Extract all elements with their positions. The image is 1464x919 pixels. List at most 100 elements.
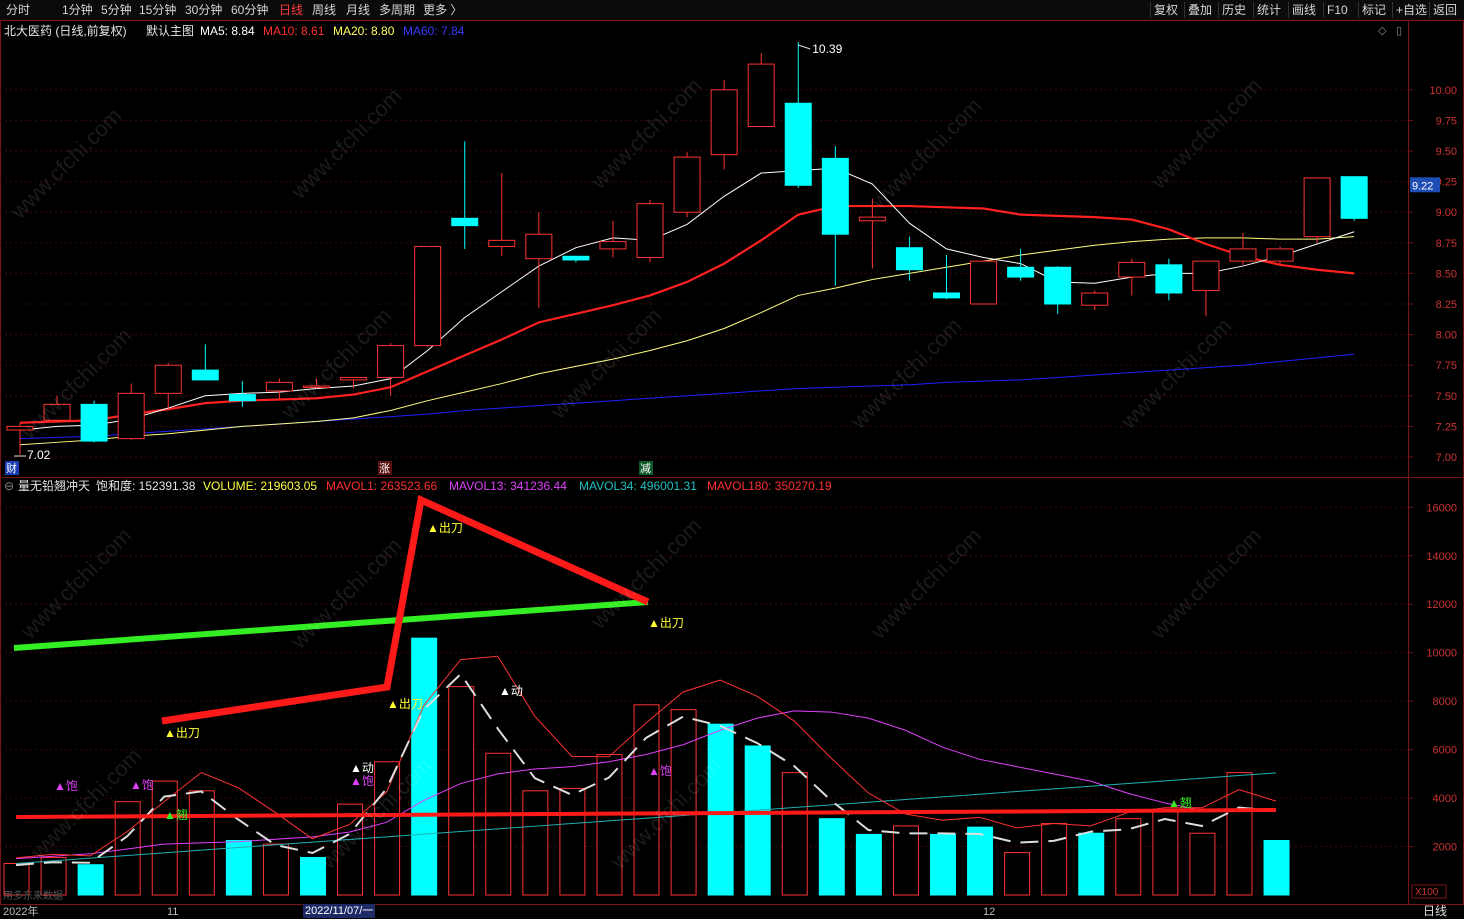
candle-body [488,239,516,247]
candle [191,344,219,381]
candle [1118,258,1146,296]
candle-body [710,89,738,156]
candle-body [265,381,293,392]
candle [599,220,627,258]
price-tick-label: 7.25 [1436,421,1457,433]
high-pointer [798,44,811,50]
volume-tick-label: 6000 [1433,745,1457,757]
price-tick-label: 9.00 [1436,207,1457,219]
candle [1340,176,1368,221]
volume-bar [1226,772,1253,896]
volume-bar [892,825,919,896]
volume-bar [818,818,845,896]
signal-chudao: ▲出刀 [427,521,463,535]
high-price-label: 10.39 [812,42,842,56]
candle-body [1081,292,1109,306]
signal-bao: ▲饱 [130,777,154,792]
volume-bar [596,753,623,896]
candle-body [562,255,590,261]
candle-body [1303,177,1331,238]
candle-body [821,157,849,235]
ma20-line [19,236,1355,446]
volume-bar [1263,839,1290,896]
price-tick-label: 7.75 [1436,360,1457,372]
candle [562,255,590,263]
volume-tick-label: 12000 [1426,599,1457,611]
volume-tick-label: 4000 [1433,793,1457,805]
candle [710,80,738,170]
price-tick-label: 7.00 [1436,452,1457,464]
price-tick-label: 8.25 [1436,299,1457,311]
candle-body [858,216,886,222]
candle-body [228,394,256,402]
volume-bar [522,790,549,896]
candle [154,362,182,409]
candle-body [1340,176,1368,219]
volume-bar [485,752,512,896]
candle-body [1266,248,1294,262]
watermark-text: www.cfchi.com [1115,313,1236,434]
volume-tick-label: 2000 [1433,842,1457,854]
red-trend-line [161,494,650,725]
candle [414,245,442,347]
price-tick-label: 7.50 [1436,391,1457,403]
candle-body [895,247,923,271]
price-tick-label: 9.75 [1436,115,1457,127]
candle [1192,260,1220,317]
signal-dong: ▲动 [350,761,374,775]
period-indicator: 日线 [1423,904,1448,918]
watermark-text: www.cfchi.com [865,523,986,644]
finance-marker: 财 [6,461,17,475]
signal-chudao: ▲出刀 [648,616,684,630]
volume-bar [744,745,771,896]
volume-bar [559,787,586,896]
reduce-marker: 减 [640,462,651,475]
year-label: 2022年 [3,906,39,918]
candle [970,260,998,305]
candle-body [1192,260,1220,292]
candle-body [191,369,219,381]
signal-dong: ▲动 [499,684,523,698]
signal-qiao: ▲翘 [1168,796,1192,810]
low-price-label: 7.02 [27,448,51,462]
watermark-text: www.cfchi.com [845,313,966,434]
candle-body [1155,264,1183,294]
candle-body [673,156,701,213]
signal-chudao: ▲出刀 [387,697,423,711]
watermark-text: www.cfchi.com [865,93,986,214]
candle-body [80,403,108,442]
signal-qiao: ▲翘 [164,808,188,822]
candle [525,212,553,308]
last-price-label: 9.22 [1412,180,1433,192]
candle-body [414,245,442,347]
volume-bar [1189,832,1216,896]
volume-bar [855,833,882,896]
candle-body [451,217,479,227]
data-source-note: 用多东来数据 [3,889,63,902]
volume-bar [930,833,956,896]
signal-bao: ▲饱 [54,778,78,793]
watermark-text: www.cfchi.com [5,103,126,224]
candle-body [970,260,998,305]
candle [1155,258,1183,301]
candle-body [933,292,960,299]
candle-body [1229,248,1257,262]
kline-chart[interactable]: 7.007.257.507.758.008.258.508.759.009.25… [0,0,1464,919]
volume-bar [781,772,808,896]
candle-body [154,364,182,394]
candle-body [1044,266,1072,305]
candle [821,146,849,286]
unit-label: X100 [1415,887,1439,898]
watermark-text: www.cfchi.com [1145,73,1266,194]
candle-body [340,376,368,381]
price-tick-label: 8.00 [1436,330,1457,342]
candle-body [784,102,812,186]
volume-tick-label: 16000 [1426,502,1457,514]
watermark-text: www.cfchi.com [285,533,406,654]
candle-body [117,392,145,440]
candle-body [525,233,553,260]
candle-body [1118,261,1146,278]
candle [933,255,960,300]
watermark-text: www.cfchi.com [285,83,406,204]
volume-bar [1041,823,1068,896]
